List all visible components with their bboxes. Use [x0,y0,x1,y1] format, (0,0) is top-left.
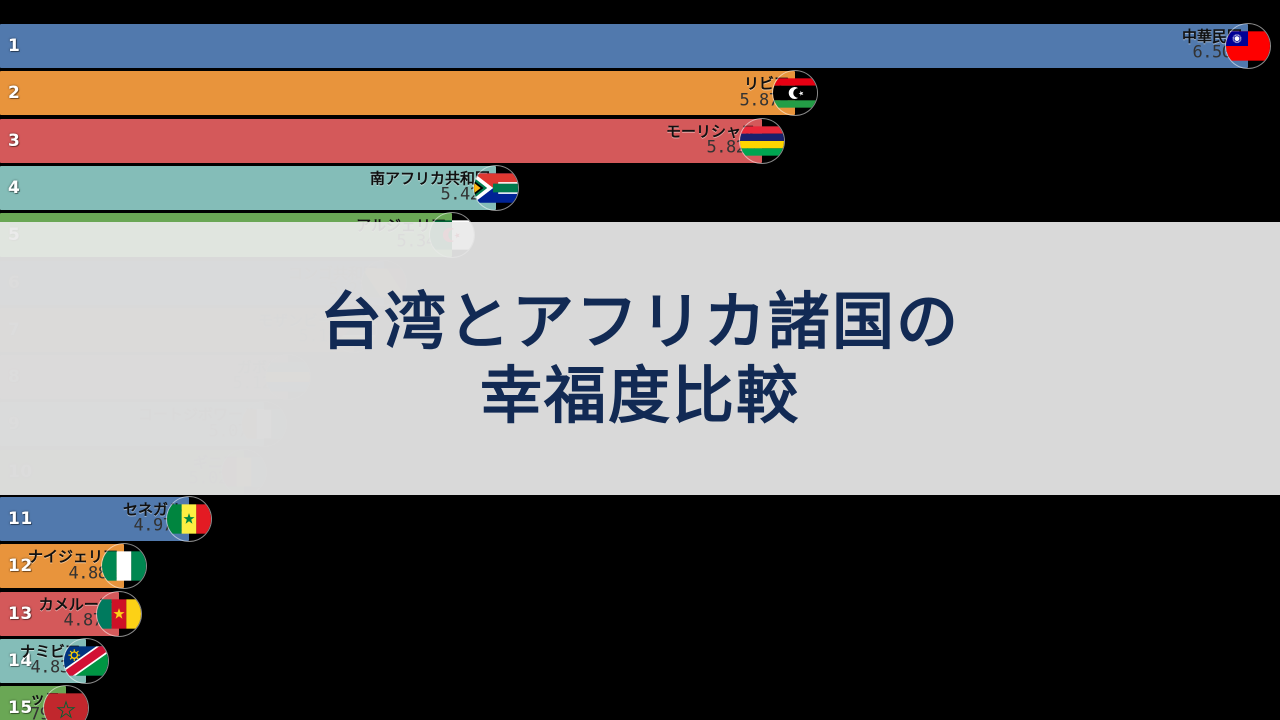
bar-row: 1中華民国6.50点 [0,24,1280,68]
title-line-1: 台湾とアフリカ諸国の [319,285,960,359]
bar-value-label: 5.42点 [370,186,491,204]
flag-na-icon [64,639,108,683]
bar-rank-label: 15 [8,698,33,719]
flag-ng-icon [102,544,146,588]
flag-mu-icon [740,119,784,163]
bar-row: 11セネガル4.97点 [0,497,1280,541]
flag-tw-icon [1226,24,1270,68]
letterbox-top [0,0,1280,22]
bar-row: 2リビア5.87点 [0,71,1280,116]
flag-cm-icon [97,592,141,636]
bar [0,24,1248,68]
bar-rank-label: 2 [8,83,21,104]
flag-ly-icon [773,71,817,115]
flag-sn-icon [167,497,211,541]
bar-row: 13カメルーン4.87点 [0,591,1280,636]
bar-row: 4 南アフリカ共和国5.42点 [0,165,1280,210]
bar-rank-label: 3 [8,130,21,151]
bar-row: 12ナイジェリア4.88点 [0,544,1280,589]
bar-rank-label: 13 [8,603,33,624]
title-overlay-band: 台湾とアフリカ諸国の 幸福度比較 [0,222,1280,495]
title-line-2: 幸福度比較 [479,358,800,432]
flag-za-icon [474,166,518,210]
bar-chart-race-video-frame: 1中華民国6.50点2リビア5.87点3モーリシャス5.82点 4 南アフリカ共和国… [0,0,1280,720]
bar [0,118,762,163]
bar-row: 14ナミビア4.83点 [0,638,1280,683]
bar-rank-label: 4 [8,177,21,198]
bar [0,71,795,116]
bar-label-group: 南アフリカ共和国5.42点 [370,171,491,205]
bar-row: 15ッコ79点 [0,686,1280,720]
bar-row: 3モーリシャス5.82点 [0,118,1280,163]
flag-ma-icon [44,686,88,720]
bar-rank-label: 11 [8,509,33,529]
bar-rank-label: 1 [8,36,21,56]
